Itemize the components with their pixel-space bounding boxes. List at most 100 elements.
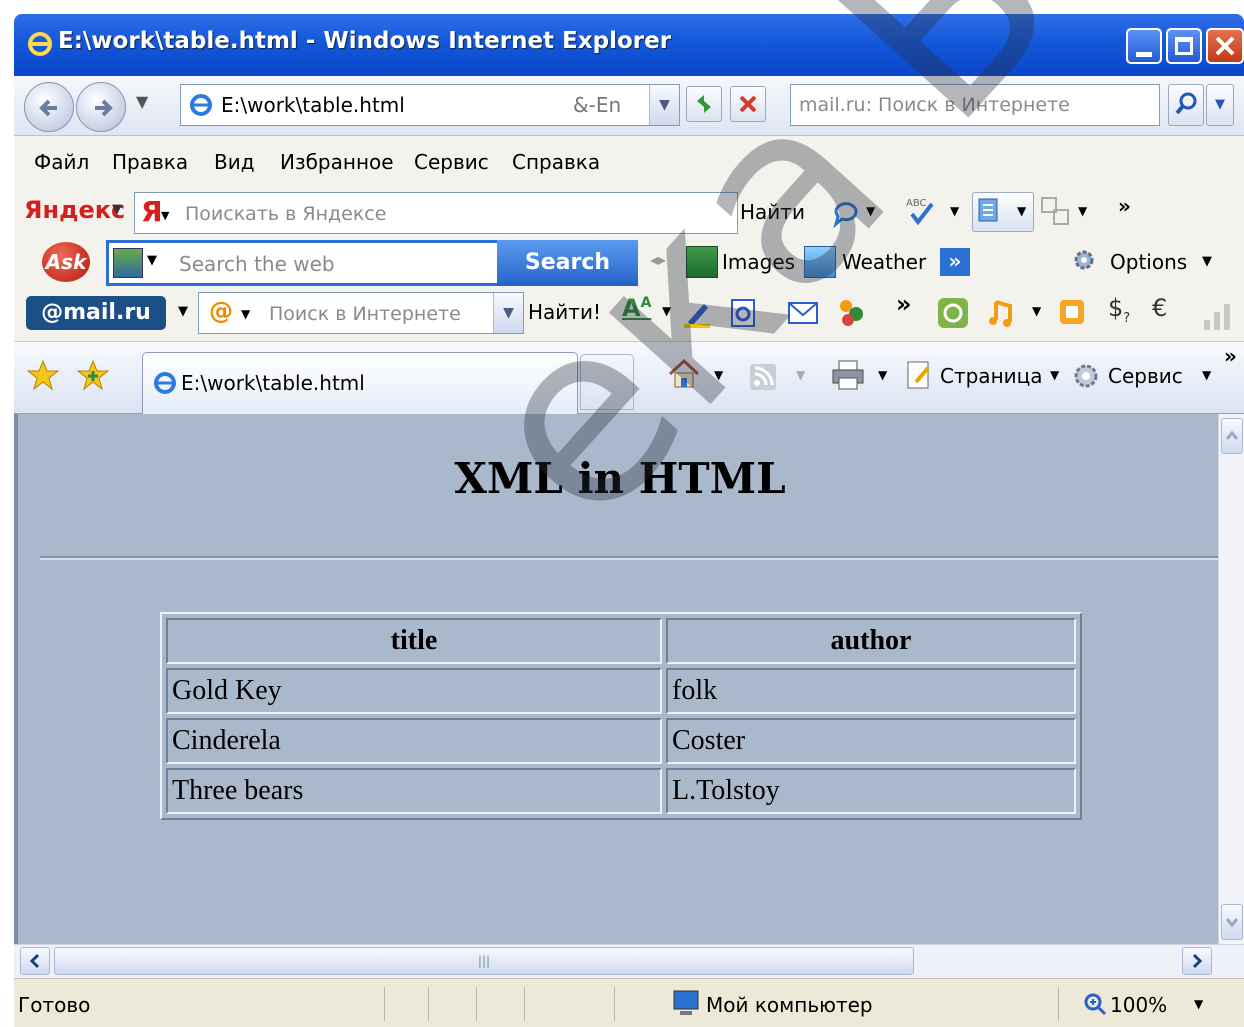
tools-menu[interactable]: Сервис xyxy=(1108,364,1183,388)
forward-arrow-icon xyxy=(95,99,113,117)
tab-active[interactable]: E:\work\table.html xyxy=(142,352,578,414)
mailru-at-dropdown-icon: ▼ xyxy=(241,307,251,321)
speech-bubble-icon[interactable] xyxy=(830,196,862,228)
navigation-bar: ▼ E:\work\table.html &-En ▼ mail.ru: Пои… xyxy=(14,76,1244,136)
yandex-find-button[interactable]: Найти xyxy=(740,200,805,224)
stop-button[interactable] xyxy=(730,86,766,122)
close-button[interactable] xyxy=(1206,28,1244,64)
at-sign-icon[interactable] xyxy=(936,296,970,330)
bubble-dropdown-icon[interactable]: ▼ xyxy=(866,204,875,218)
favorites-star-icon[interactable] xyxy=(26,358,60,392)
maximize-button[interactable] xyxy=(1166,28,1202,64)
page-dropdown-icon[interactable]: ▼ xyxy=(1050,368,1059,382)
scroll-right-button[interactable] xyxy=(1182,947,1212,975)
ask-images-link[interactable]: Images xyxy=(722,250,795,274)
search-button[interactable] xyxy=(1168,84,1204,126)
home-icon[interactable] xyxy=(666,356,702,392)
scroll-down-button[interactable] xyxy=(1221,904,1243,940)
menu-view[interactable]: Вид xyxy=(214,150,255,174)
agent-people-icon[interactable] xyxy=(834,294,870,330)
minimize-button[interactable] xyxy=(1126,28,1162,64)
address-bar[interactable]: E:\work\table.html &-En ▼ xyxy=(180,84,680,126)
menu-file[interactable]: Файл xyxy=(34,150,89,174)
mailru-search-placeholder: Поиск в Интернете xyxy=(269,303,461,325)
add-favorites-icon[interactable] xyxy=(76,358,110,392)
menu-bar: Файл Правка Вид Избранное Сервис Справка xyxy=(14,136,1244,186)
spellcheck-icon[interactable]: ABC xyxy=(904,194,938,228)
menu-favorites[interactable]: Избранное xyxy=(280,150,394,174)
yandex-search-input[interactable]: Я ▼ Поискать в Яндексе xyxy=(134,192,738,234)
page-menu[interactable]: Страница xyxy=(940,364,1043,388)
menu-help[interactable]: Справка xyxy=(512,150,600,174)
music-dropdown-icon[interactable]: ▼ xyxy=(1032,304,1041,318)
title-bar[interactable]: E:\work\table.html - Windows Internet Ex… xyxy=(14,14,1244,76)
mail-envelope-icon[interactable] xyxy=(786,298,820,328)
address-text: E:\work\table.html xyxy=(221,93,405,117)
mailru-find-button[interactable]: Найти! xyxy=(528,300,601,324)
mailru-search-input[interactable]: @ ▼ Поиск в Интернете ▼ xyxy=(198,292,524,334)
ask-options-menu[interactable]: Options xyxy=(1110,250,1187,274)
yandex-more-chevron-icon[interactable]: » xyxy=(1118,194,1131,218)
mailru-menu-dropdown-icon[interactable]: ▼ xyxy=(178,304,188,319)
font-size-icon[interactable]: AA xyxy=(622,294,651,322)
scroll-thumb[interactable]: ||| xyxy=(54,947,914,975)
mailru-logo[interactable]: @mail.ru xyxy=(26,296,166,330)
yandex-menu-dropdown-icon[interactable]: ▼ xyxy=(112,202,122,217)
music-icon[interactable] xyxy=(984,296,1018,330)
back-button[interactable] xyxy=(24,82,74,132)
cell-title: Three bears xyxy=(166,768,662,814)
menu-tools[interactable]: Сервис xyxy=(414,150,489,174)
tools-dropdown-icon[interactable]: ▼ xyxy=(1202,368,1211,382)
zoom-level[interactable]: 100% xyxy=(1110,993,1167,1017)
menu-edit[interactable]: Правка xyxy=(112,150,188,174)
address-dropdown-button[interactable]: ▼ xyxy=(649,85,679,125)
cell-author: L.Tolstoy xyxy=(666,768,1076,814)
forward-button[interactable] xyxy=(76,82,126,132)
search-input[interactable]: mail.ru: Поиск в Интернете xyxy=(790,84,1160,126)
mailru-more-chevron-icon[interactable]: » xyxy=(896,290,912,318)
horizontal-scrollbar[interactable]: ||| xyxy=(14,944,1244,978)
vertical-scrollbar[interactable] xyxy=(1218,414,1244,944)
translate-button[interactable]: ▼ xyxy=(972,192,1034,232)
my-computer-icon xyxy=(673,990,699,1015)
command-more-chevron-icon[interactable]: » xyxy=(1224,344,1237,368)
ask-search-box[interactable]: ▼ Search the web Search xyxy=(106,240,638,286)
back-arrow-icon xyxy=(39,99,57,117)
window-title: E:\work\table.html - Windows Internet Ex… xyxy=(58,28,672,54)
print-icon[interactable] xyxy=(830,358,866,392)
tab-title: E:\work\table.html xyxy=(181,371,365,395)
currency-dollar-icon[interactable]: $? xyxy=(1108,294,1130,326)
font-size-dropdown-icon[interactable]: ▼ xyxy=(662,304,671,318)
ask-logo[interactable]: Ask xyxy=(42,242,90,282)
ask-weather-link[interactable]: Weather xyxy=(842,250,926,274)
yandex-search-placeholder: Поискать в Яндексе xyxy=(185,203,387,225)
currency-euro-icon[interactable]: € xyxy=(1152,294,1167,322)
chevron-up-icon xyxy=(1225,430,1239,440)
ask-more-chevron-icon[interactable]: » xyxy=(940,248,970,276)
status-separator xyxy=(428,987,429,1021)
scroll-left-button[interactable] xyxy=(20,947,50,975)
page-search-icon[interactable] xyxy=(726,296,760,330)
yandex-logo[interactable]: Яндекс xyxy=(24,196,125,224)
spellcheck-dropdown-icon[interactable]: ▼ xyxy=(950,204,959,218)
ask-search-button[interactable]: Search xyxy=(497,240,638,286)
games-icon[interactable] xyxy=(1056,296,1088,328)
options-dropdown-icon[interactable]: ▼ xyxy=(1202,254,1212,269)
table-row: Three bears L.Tolstoy xyxy=(166,768,1076,814)
feeds-dropdown-icon: ▼ xyxy=(796,368,806,382)
zoom-dropdown-icon[interactable]: ▼ xyxy=(1194,997,1203,1011)
new-tab-button[interactable] xyxy=(580,354,634,410)
highlighter-icon[interactable] xyxy=(680,296,714,330)
stop-icon xyxy=(739,95,757,113)
page-content: XML in HTML title author Gold Key folk C… xyxy=(14,414,1222,944)
refresh-button[interactable] xyxy=(686,86,722,122)
mailru-search-dropdown-button[interactable]: ▼ xyxy=(493,293,523,333)
translate2-dropdown-icon[interactable]: ▼ xyxy=(1078,204,1087,218)
history-dropdown-icon[interactable]: ▼ xyxy=(136,92,148,111)
home-dropdown-icon[interactable]: ▼ xyxy=(714,368,723,382)
chevron-down-icon xyxy=(1225,918,1239,928)
toolbar-grip-icon: ◂▸ xyxy=(650,250,667,269)
scroll-up-button[interactable] xyxy=(1221,418,1243,454)
search-options-button[interactable]: ▼ xyxy=(1206,84,1234,126)
print-dropdown-icon[interactable]: ▼ xyxy=(878,368,887,382)
